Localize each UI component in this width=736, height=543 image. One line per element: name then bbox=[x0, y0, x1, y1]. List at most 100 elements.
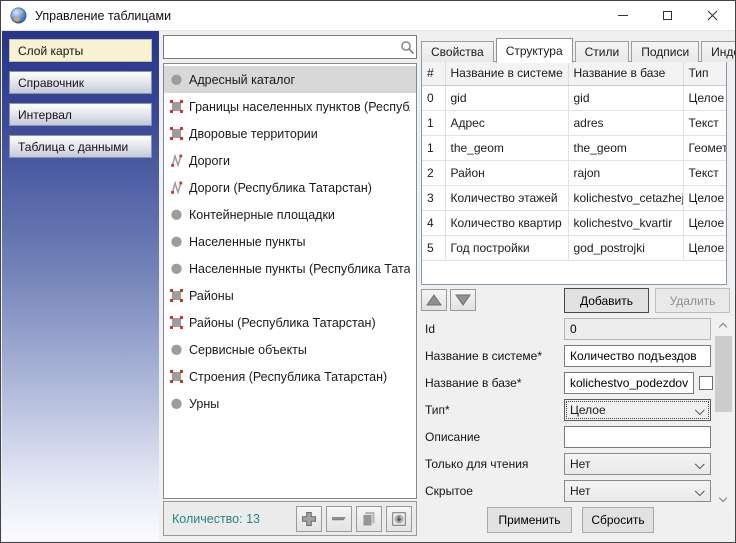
id-field bbox=[564, 318, 711, 340]
layer-list-item[interactable]: Населенные пункты bbox=[164, 228, 416, 255]
maximize-button[interactable] bbox=[645, 1, 690, 30]
readonly-select[interactable]: Нет bbox=[564, 453, 711, 475]
layer-list-item[interactable]: Адресный каталог bbox=[164, 66, 416, 93]
table-row[interactable]: 4Количество квартирkolichestvo_kvartirЦе… bbox=[422, 210, 727, 235]
type-select[interactable]: Целое bbox=[564, 399, 711, 421]
layer-list-item[interactable]: Дворовые территории bbox=[164, 120, 416, 147]
close-button[interactable] bbox=[690, 1, 735, 30]
layer-label: Дворовые территории bbox=[189, 127, 318, 141]
scrollbar-thumb[interactable] bbox=[715, 336, 732, 412]
table-row[interactable]: 2РайонrajonТекст bbox=[422, 160, 727, 185]
description-label: Описание bbox=[425, 430, 480, 444]
tab-item[interactable]: Стили bbox=[575, 41, 630, 62]
layer-list-item[interactable]: Районы (Республика Татарстан) bbox=[164, 309, 416, 336]
tab-item[interactable]: Индекс bbox=[701, 41, 736, 62]
layer-label: Районы (Республика Татарстан) bbox=[189, 316, 376, 330]
hidden-select[interactable]: Нет bbox=[564, 480, 711, 502]
layer-label: Дороги bbox=[189, 154, 230, 168]
system-name-field[interactable] bbox=[564, 345, 711, 367]
layer-list-item[interactable]: Районы bbox=[164, 282, 416, 309]
layer-list-item[interactable]: Населенные пункты (Республика Татарстан) bbox=[164, 255, 416, 282]
table-cell: 4 bbox=[422, 210, 445, 235]
readonly-label: Только для чтения bbox=[425, 457, 528, 471]
sidebar: Слой карты Справочник Интервал Таблица с да… bbox=[2, 31, 159, 541]
form-scrollbar[interactable] bbox=[715, 317, 732, 507]
reset-button[interactable]: Сбросить bbox=[582, 507, 654, 533]
search-input[interactable] bbox=[164, 37, 398, 57]
import-icon bbox=[390, 510, 408, 528]
title-bar[interactable]: Управление таблицами bbox=[1, 1, 735, 31]
table-header-cell[interactable]: Название в системе bbox=[445, 62, 568, 85]
base-name-label: Название в базе* bbox=[425, 376, 522, 390]
add-layer-button[interactable] bbox=[296, 506, 322, 532]
layer-label: Границы населенных пунктов (Республика Т… bbox=[189, 100, 410, 114]
arrow-up-icon bbox=[426, 294, 442, 306]
minimize-button[interactable] bbox=[600, 1, 645, 30]
table-row[interactable]: 3Количество этажейkolichestvo_cetazhejЦе… bbox=[422, 185, 727, 210]
table-cell: 2 bbox=[422, 160, 445, 185]
layer-list-item[interactable]: Дороги (Республика Татарстан) bbox=[164, 174, 416, 201]
chevron-down-icon bbox=[697, 406, 705, 414]
import-layer-button[interactable] bbox=[386, 506, 412, 532]
layer-list-item[interactable]: Дороги bbox=[164, 147, 416, 174]
move-down-button[interactable] bbox=[450, 289, 476, 311]
table-header-cell[interactable]: # bbox=[422, 62, 445, 85]
scroll-up-button[interactable] bbox=[715, 317, 732, 334]
table-cell: gid bbox=[568, 85, 683, 110]
structure-table: #Название в системеНазвание в базеТип 0g… bbox=[422, 62, 727, 261]
layer-list: Адресный каталог Границы населенных пункт… bbox=[163, 63, 417, 499]
maximize-icon bbox=[663, 11, 672, 20]
table-cell: Год постройки bbox=[445, 235, 568, 260]
move-up-button[interactable] bbox=[421, 289, 447, 311]
base-name-checkbox[interactable] bbox=[699, 376, 713, 390]
table-header-cell[interactable]: Название в базе bbox=[568, 62, 683, 85]
tab-item[interactable]: Свойства bbox=[421, 41, 494, 62]
structure-table-head: #Название в системеНазвание в базеТип bbox=[422, 62, 727, 85]
layer-list-item[interactable]: Контейнерные площадки bbox=[164, 201, 416, 228]
table-cell: Целое bbox=[683, 185, 727, 210]
delete-field-button[interactable]: Удалить bbox=[655, 288, 730, 313]
table-cell: adres bbox=[568, 110, 683, 135]
table-cell: rajon bbox=[568, 160, 683, 185]
copy-layer-button[interactable] bbox=[356, 506, 382, 532]
sidebar-item[interactable]: Таблица с данными bbox=[9, 135, 152, 158]
layer-list-footer: Количество: 13 bbox=[163, 501, 417, 536]
line-icon bbox=[170, 181, 183, 194]
table-row[interactable]: 1АдресadresТекст bbox=[422, 110, 727, 135]
layer-list-item[interactable]: Границы населенных пунктов (Республика Т… bbox=[164, 93, 416, 120]
table-row[interactable]: 5Год постройкиgod_postrojkiЦелое bbox=[422, 235, 727, 260]
chevron-down-icon bbox=[720, 495, 727, 502]
layer-list-item[interactable]: Сервисные объекты bbox=[164, 336, 416, 363]
table-cell: 1 bbox=[422, 110, 445, 135]
table-cell: god_postrojki bbox=[568, 235, 683, 260]
add-field-button[interactable]: Добавить bbox=[564, 288, 649, 313]
table-cell: gid bbox=[445, 85, 568, 110]
base-name-field[interactable] bbox=[564, 372, 694, 394]
sidebar-item[interactable]: Слой карты bbox=[9, 39, 152, 62]
point-icon bbox=[170, 397, 183, 410]
polygon-icon bbox=[170, 316, 183, 329]
scroll-down-button[interactable] bbox=[715, 490, 732, 507]
tab-item[interactable]: Подписи bbox=[631, 41, 699, 62]
sidebar-item[interactable]: Справочник bbox=[9, 71, 152, 94]
copy-icon bbox=[360, 510, 378, 528]
arrow-down-icon bbox=[455, 294, 471, 306]
tab-active[interactable]: Структура bbox=[496, 38, 573, 63]
description-field[interactable] bbox=[564, 426, 711, 448]
apply-button[interactable]: Применить bbox=[487, 507, 572, 533]
structure-table-body: 0gidgidЦелое1АдресadresТекст1the_geomthe… bbox=[422, 85, 727, 260]
table-cell: Текст bbox=[683, 110, 727, 135]
layer-list-item[interactable]: Строения (Республика Татарстан) bbox=[164, 363, 416, 390]
layer-label: Дороги (Республика Татарстан) bbox=[189, 181, 372, 195]
polygon-icon bbox=[170, 289, 183, 302]
table-row[interactable]: 1the_geomthe_geomГеометрия bbox=[422, 135, 727, 160]
structure-table-container[interactable]: #Название в системеНазвание в базеТип 0g… bbox=[421, 61, 727, 285]
hidden-label: Скрытое bbox=[425, 484, 473, 498]
layer-list-item[interactable]: Урны bbox=[164, 390, 416, 417]
chevron-down-icon bbox=[697, 460, 705, 468]
layer-label: Населенные пункты bbox=[189, 235, 305, 249]
sidebar-item[interactable]: Интервал bbox=[9, 103, 152, 126]
remove-layer-button[interactable] bbox=[326, 506, 352, 532]
table-header-cell[interactable]: Тип bbox=[683, 62, 727, 85]
table-row[interactable]: 0gidgidЦелое bbox=[422, 85, 727, 110]
